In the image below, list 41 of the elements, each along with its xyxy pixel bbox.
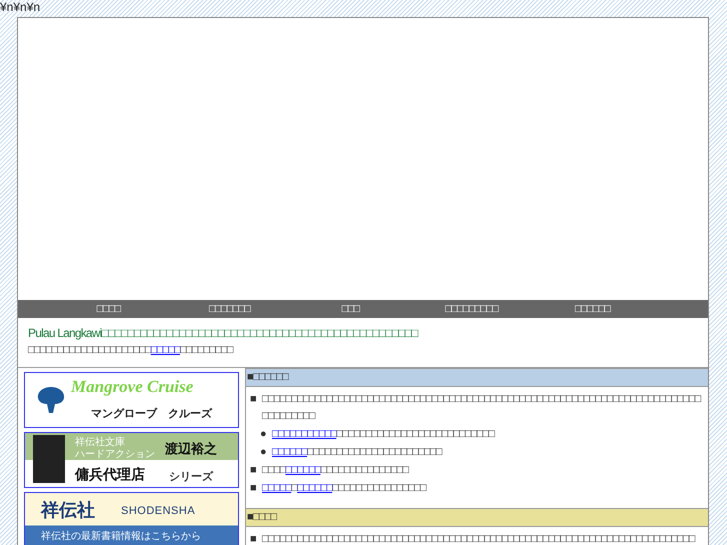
- list-item-text: □□□□□□□□□□□□□□□□□□□□□□□□□: [262, 463, 408, 478]
- link[interactable]: □□□□□: [150, 344, 180, 356]
- series-title: 傭兵代理店: [75, 466, 145, 484]
- intro-text: □□□□□□□□□□□□□□□□□□□□□□□□□□□□□□□□□□□: [28, 343, 234, 358]
- author-name: 渡辺裕之: [165, 440, 217, 458]
- bullet-label: ■: [250, 392, 257, 407]
- link[interactable]: □□□□□□: [272, 446, 308, 458]
- list-item-text: □□□□□□□□□□□□□□□□□□□□□□□□□□□□□: [272, 445, 442, 460]
- section-header: ■□□□□: [246, 508, 708, 527]
- link[interactable]: □□□□□: [262, 482, 292, 494]
- bullet-label: ■: [250, 532, 257, 545]
- list-item-text: □□□□□□□□□□□□□□□□□□□□□□□□□□□□□□□□□□□□□□□□□□□□□□□□□□□□□□□□□□□□□□□□□□□□□□□□□□: [262, 532, 694, 545]
- banner-subtitle: マングローブ クルーズ: [91, 406, 212, 421]
- book-cover: [33, 435, 65, 483]
- nav-link[interactable]: □□□: [290, 300, 411, 318]
- banner-title: Mangrove Cruise: [71, 377, 194, 397]
- list-item-text: □□□□□□□□□□□□□□□□□□□□□□□□□□□□□□□□□□□□□□: [272, 427, 494, 442]
- banner-caption: 祥伝社の最新書籍情報はこちらから: [41, 530, 201, 543]
- publisher-name: 祥伝社: [41, 499, 95, 522]
- banner-label: 祥伝社文庫: [75, 436, 125, 449]
- publisher-roman: SHODENSHA: [121, 505, 196, 517]
- link[interactable]: □□□□□□□□□□□: [272, 428, 336, 440]
- link[interactable]: □□□□□□: [297, 482, 332, 494]
- intro-heading: Pulau Langkawi□□□□□□□□□□□□□□□□□□□□□□□□□□□□□□□□□□□□□□□□□□□□□□□□□: [28, 325, 419, 342]
- section-header: ■□□□□□□: [246, 368, 708, 387]
- bullet-label: ■: [250, 481, 257, 496]
- bullet-label: ●: [260, 427, 267, 442]
- banner-genre: ハードアクション: [75, 448, 155, 461]
- nav-link[interactable]: □□□□□□: [532, 300, 653, 318]
- bullet-label: ■: [250, 463, 257, 478]
- link[interactable]: □□□□□□: [285, 464, 320, 476]
- page-text: ¥n¥n¥n: [0, 0, 42, 16]
- list-item-text: □□□□□□□□□□□□□□□□□□□□□□□□□□□□: [262, 481, 426, 496]
- nav-link[interactable]: □□□□□□□□□: [411, 300, 532, 318]
- mangrove-banner[interactable]: Mangrove Cruise マングローブ クルーズ: [24, 372, 239, 428]
- series-label: シリーズ: [169, 470, 213, 484]
- list-item-text: □□□□□□□□□□□□□□□□□□□□□□□□□□□□□□□□□□□□□□□□□□□□□□□□□□□□□□□□□□□□□□□□□□□□□□□□□□□□□□□□□□□□: [262, 392, 702, 424]
- nav-link[interactable]: □□□□: [48, 300, 169, 318]
- publisher-banner[interactable]: 祥伝社 SHODENSHA 祥伝社の最新書籍情報はこちらから: [24, 492, 239, 545]
- bullet-label: ●: [260, 445, 267, 460]
- nav-link[interactable]: □□□□□□□: [169, 300, 290, 318]
